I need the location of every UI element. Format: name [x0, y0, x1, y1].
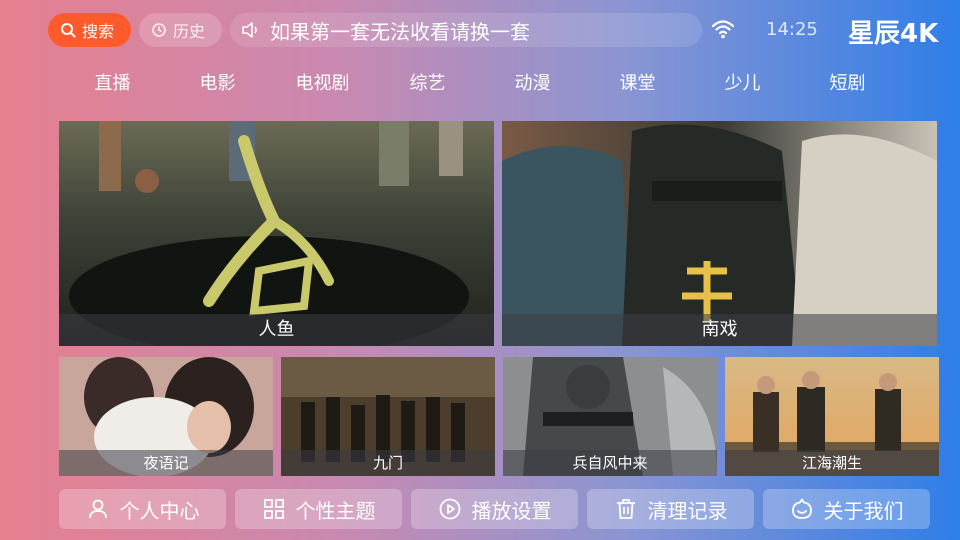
personal-center-button[interactable]: 个人中心 — [59, 489, 226, 529]
top-bar: 搜索 历史 如果第一套无法收看请换一套 14:25 星辰4K — [0, 0, 960, 60]
clock-icon — [152, 23, 166, 37]
poster-jianghaichaosheng[interactable]: 江海潮生 — [725, 357, 939, 476]
play-icon — [439, 498, 460, 520]
tab-anime[interactable]: 动漫 — [480, 68, 585, 100]
poster-bingzifengzhonglai[interactable]: 兵自风中来 — [503, 357, 717, 476]
user-icon — [88, 499, 107, 519]
clear-history-button[interactable]: 清理记录 — [587, 489, 754, 529]
about-us-button[interactable]: 关于我们 — [763, 489, 930, 529]
poster-title: 九门 — [281, 450, 495, 476]
tab-variety[interactable]: 综艺 — [375, 68, 480, 100]
button-label: 关于我们 — [823, 498, 904, 523]
poster-yeyuji[interactable]: 夜语记 — [59, 357, 273, 476]
brand-logo: 星辰4K — [848, 19, 939, 49]
tab-live[interactable]: 直播 — [60, 68, 165, 100]
poster-title: 南戏 — [502, 314, 937, 346]
search-label: 搜索 — [82, 22, 115, 41]
speaker-icon — [242, 22, 257, 38]
search-icon — [61, 23, 76, 38]
poster-image — [59, 121, 494, 346]
poster-jiumen[interactable]: 九门 — [281, 357, 495, 476]
tab-movie[interactable]: 电影 — [165, 68, 270, 100]
wifi-icon — [712, 20, 734, 39]
tab-tv-series[interactable]: 电视剧 — [270, 68, 375, 100]
trash-icon — [616, 499, 635, 519]
playback-settings-button[interactable]: 播放设置 — [411, 489, 578, 529]
tab-classroom[interactable]: 课堂 — [585, 68, 690, 100]
featured-poster-renyu[interactable]: 人鱼 — [59, 121, 494, 346]
history-label: 历史 — [173, 22, 206, 41]
category-nav: 直播 电影 电视剧 综艺 动漫 课堂 少儿 短剧 — [60, 68, 900, 100]
button-label: 个人中心 — [119, 498, 200, 523]
poster-title: 夜语记 — [59, 450, 273, 476]
notice-bar: 如果第一套无法收看请换一套 — [230, 13, 702, 47]
button-label: 播放设置 — [471, 498, 552, 523]
clock-time: 14:25 — [766, 19, 818, 40]
tab-short-drama[interactable]: 短剧 — [795, 68, 900, 100]
search-button[interactable]: 搜索 — [48, 13, 131, 47]
notice-text: 如果第一套无法收看请换一套 — [270, 19, 530, 44]
button-label: 个性主题 — [295, 498, 376, 523]
theme-button[interactable]: 个性主题 — [235, 489, 402, 529]
smiley-icon — [791, 498, 812, 519]
tab-kids[interactable]: 少儿 — [690, 68, 795, 100]
poster-title: 江海潮生 — [725, 450, 939, 476]
grid-icon — [263, 499, 284, 519]
featured-poster-nanxi[interactable]: 南戏 — [502, 121, 937, 346]
button-label: 清理记录 — [647, 498, 728, 523]
history-button[interactable]: 历史 — [139, 13, 222, 47]
poster-image — [502, 121, 937, 346]
poster-title: 人鱼 — [59, 314, 494, 346]
poster-title: 兵自风中来 — [503, 450, 717, 476]
